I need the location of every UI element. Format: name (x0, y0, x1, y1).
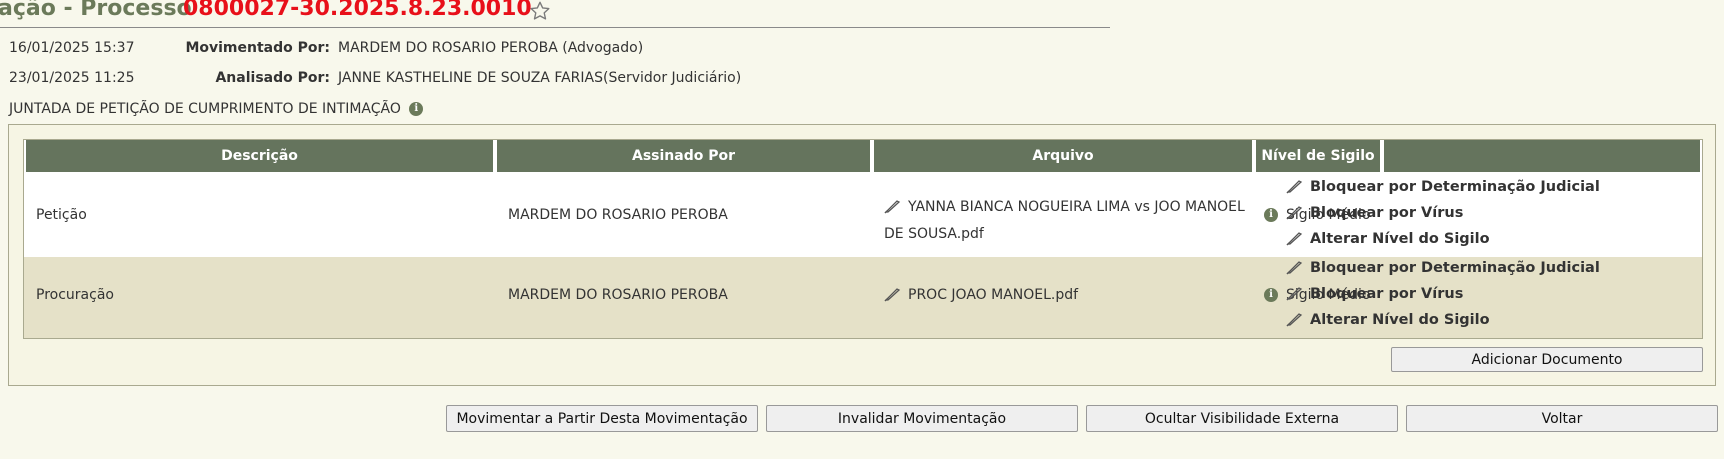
analyzed-by-value: JANNE KASTHELINE DE SOUZA FARIAS(Servido… (338, 70, 742, 86)
process-number: 0800027-30.2025.8.23.0010 (183, 0, 532, 21)
pen-icon (884, 288, 901, 302)
star-outline-icon[interactable] (529, 0, 551, 22)
pen-icon (1286, 180, 1303, 194)
action-label[interactable]: Bloquear por Vírus (1310, 205, 1463, 221)
movement-title: JUNTADA DE PETIÇÃO DE CUMPRIMENTO DE INT… (9, 101, 401, 117)
info-icon[interactable]: i (409, 102, 424, 116)
file-name-link[interactable]: PROC JOAO MANOEL.pdf (908, 287, 1078, 303)
row-assinado-por: MARDEM DO ROSARIO PEROBA (508, 287, 728, 303)
action-label[interactable]: Bloquear por Determinação Judicial (1310, 179, 1600, 195)
action-label[interactable]: Bloquear por Vírus (1310, 286, 1463, 302)
column-header-nivel-sigilo: Nível de Sigilo (1256, 140, 1380, 172)
row-descricao: Procuração (36, 287, 114, 303)
file-name-link[interactable]: YANNA BIANCA NOGUEIRA LIMA vs JOO MANOEL (908, 199, 1245, 215)
block-virus-link[interactable]: Bloquear por Vírus (1286, 286, 1463, 302)
hide-external-button[interactable]: Ocultar Visibilidade Externa (1086, 405, 1398, 432)
pen-icon (1286, 287, 1303, 301)
info-icon[interactable]: i (1264, 208, 1278, 222)
pen-icon (1286, 313, 1303, 327)
pen-icon (1286, 261, 1303, 275)
row-arquivo[interactable]: PROC JOAO MANOEL.pdf (884, 287, 1078, 303)
page-header: ação - Processo 0800027-30.2025.8.23.001… (0, 0, 1110, 28)
pen-icon (1286, 232, 1303, 246)
documents-panel: Descrição Assinado Por Arquivo Nível de … (8, 124, 1716, 386)
analyzed-by-label: Analisado Por: (215, 70, 330, 86)
table-row: Petição MARDEM DO ROSARIO PEROBA YANNA B… (24, 174, 1702, 257)
action-label[interactable]: Alterar Nível do Sigilo (1310, 312, 1490, 328)
move-from-button[interactable]: Movimentar a Partir Desta Movimentação (446, 405, 758, 432)
documents-table: Descrição Assinado Por Arquivo Nível de … (23, 139, 1703, 339)
moved-by-value: MARDEM DO ROSARIO PEROBA (Advogado) (338, 40, 644, 56)
block-virus-link[interactable]: Bloquear por Vírus (1286, 205, 1463, 221)
change-sigilo-link[interactable]: Alterar Nível do Sigilo (1286, 312, 1490, 328)
column-header-assinado-por: Assinado Por (497, 140, 870, 172)
column-header-descricao: Descrição (26, 140, 493, 172)
back-button[interactable]: Voltar (1406, 405, 1718, 432)
moved-by-label: Movimentado Por: (185, 40, 330, 56)
row-descricao: Petição (36, 207, 87, 223)
analyzed-date: 23/01/2025 11:25 (9, 70, 135, 86)
invalidate-button[interactable]: Invalidar Movimentação (766, 405, 1078, 432)
pen-icon (884, 200, 901, 214)
block-judicial-link[interactable]: Bloquear por Determinação Judicial (1286, 260, 1600, 276)
table-row: Procuração MARDEM DO ROSARIO PEROBA PROC… (24, 257, 1702, 338)
column-header-actions (1384, 140, 1700, 172)
page-title: ação - Processo (0, 0, 192, 21)
row-arquivo[interactable]: YANNA BIANCA NOGUEIRA LIMA vs JOO MANOEL… (884, 194, 1245, 248)
file-name-link-cont[interactable]: DE SOUSA.pdf (884, 226, 984, 242)
action-label[interactable]: Bloquear por Determinação Judicial (1310, 260, 1600, 276)
column-header-arquivo: Arquivo (874, 140, 1252, 172)
row-assinado-por: MARDEM DO ROSARIO PEROBA (508, 207, 728, 223)
block-judicial-link[interactable]: Bloquear por Determinação Judicial (1286, 179, 1600, 195)
moved-date: 16/01/2025 15:37 (9, 40, 135, 56)
info-icon[interactable]: i (1264, 288, 1278, 302)
pen-icon (1286, 206, 1303, 220)
movement-title-row: JUNTADA DE PETIÇÃO DE CUMPRIMENTO DE INT… (9, 101, 424, 117)
change-sigilo-link[interactable]: Alterar Nível do Sigilo (1286, 231, 1490, 247)
add-document-button[interactable]: Adicionar Documento (1391, 347, 1703, 372)
action-label[interactable]: Alterar Nível do Sigilo (1310, 231, 1490, 247)
